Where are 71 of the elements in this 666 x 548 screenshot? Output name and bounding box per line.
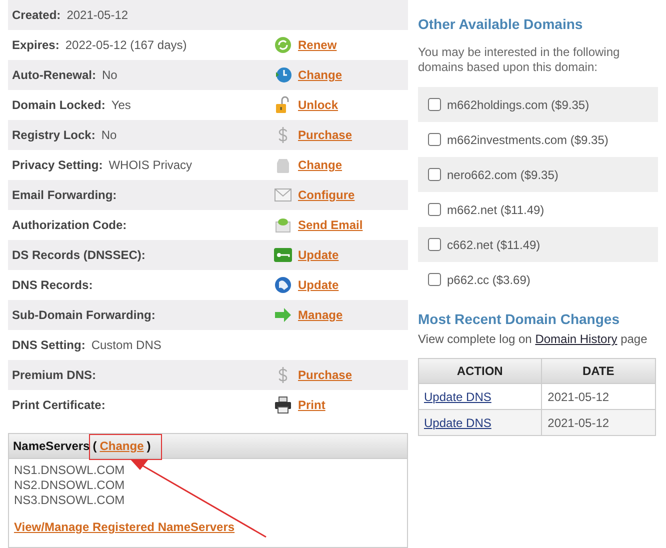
domain-checkbox[interactable] [428,238,441,251]
action-link[interactable]: Send Email [298,216,363,234]
domain-option: p662.cc ($3.69) [447,270,530,288]
intro-text: You may be interested in the following domains based upon this domain: [418,45,621,75]
padlock-icon [274,96,292,114]
right-arrow-icon [274,306,292,324]
action-link[interactable]: Change [298,156,342,174]
field-value: No [101,127,117,144]
action-link[interactable]: Configure [298,186,355,204]
field-label: Sub-Domain Forwarding: [12,307,156,324]
field-label: Created: [12,7,61,24]
domain-option: c662.net ($11.49) [447,236,540,254]
field-label: Registry Lock: [12,127,96,144]
domain-checkbox[interactable] [428,133,441,146]
refresh-icon [274,36,292,54]
action-link[interactable]: Purchase [298,366,352,384]
column-header: ACTION [418,358,542,384]
domain-checkbox[interactable] [428,98,441,111]
section-title: Other Available Domains [418,15,584,34]
key-icon [274,246,292,264]
field-value: 2021-05-12 [66,7,128,24]
globe-icon [274,276,292,294]
history-note: View complete log on Domain History page [418,331,648,348]
printer-icon [274,396,292,414]
field-label: Premium DNS: [12,367,96,384]
nameserver-text: NS1.DNSOWL.COM [14,463,126,478]
clock-icon [274,66,292,84]
field-value: 2022-05-12 (167 days) [65,37,187,54]
action-link[interactable]: Renew [298,36,337,54]
field-label: Domain Locked: [12,97,106,114]
bag-icon [274,156,292,174]
field-label: Print Certificate: [12,397,106,414]
column-header: DATE [541,358,656,384]
nameserver-text: NS2.DNSOWL.COM [14,478,126,493]
domain-option: m662holdings.com ($9.35) [447,96,590,114]
field-value: WHOIS Privacy [108,157,192,174]
manage-nameservers-link[interactable]: View/Manage Registered NameServers [14,520,235,535]
envelope-icon [274,186,292,204]
field-label: DNS Records: [12,277,93,294]
domain-history-link[interactable]: Domain History [535,332,618,346]
field-label: DNS Setting: [12,337,86,354]
table-cell: 2021-05-12 [541,410,656,436]
parenthesis: ) [146,438,151,455]
field-value: Custom DNS [91,337,162,354]
domain-checkbox[interactable] [428,273,441,286]
field-value: Yes [111,97,131,114]
field-label: Authorization Code: [12,217,127,234]
action-link[interactable]: Update [298,246,339,264]
field-label: Auto-Renewal: [12,67,96,84]
panel-title: NameServers [13,438,90,455]
mail-icon [274,216,292,234]
action-link[interactable]: Print [298,396,326,414]
action-link[interactable]: Purchase [298,126,352,144]
change-link[interactable]: Change [100,437,144,455]
parenthesis: ( [92,438,97,455]
domain-option: m662investments.com ($9.35) [447,130,608,148]
action-link[interactable]: Unlock [298,96,338,114]
field-value: No [102,67,118,84]
field-label: Privacy Setting: [12,157,103,174]
domain-checkbox[interactable] [428,203,441,216]
field-label: DS Records (DNSSEC): [12,247,146,264]
domain-checkbox[interactable] [428,168,441,181]
domain-option: nero662.com ($9.35) [447,166,558,184]
field-label: Expires: [12,37,60,54]
action-link[interactable]: Update [298,276,339,294]
nameserver-text: NS3.DNSOWL.COM [14,493,126,508]
action-link[interactable]: Manage [298,306,343,324]
section-title: Most Recent Domain Changes [418,310,620,329]
field-label: Email Forwarding: [12,187,117,204]
action-link[interactable]: Change [298,66,342,84]
domain-option: m662.net ($11.49) [447,200,544,218]
